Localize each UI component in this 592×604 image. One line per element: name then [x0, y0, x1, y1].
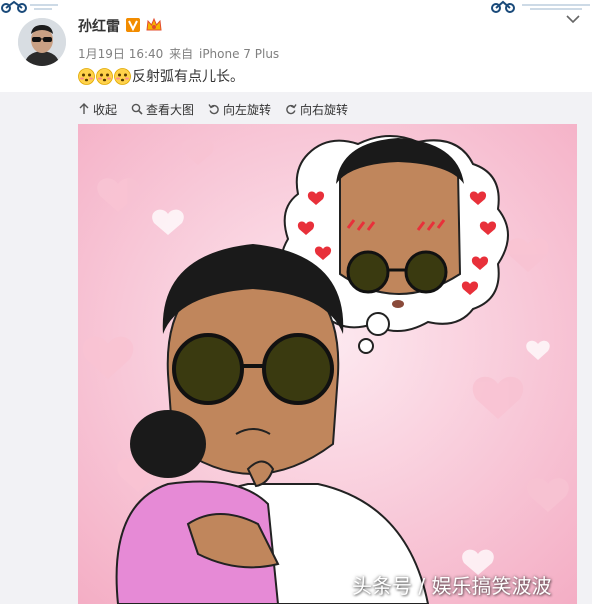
rotate-right-label: 向右旋转: [300, 102, 349, 117]
magnifier-icon: [131, 103, 143, 115]
source-prefix: 来自: [169, 47, 194, 61]
embarrassed-emoji-icon: [96, 67, 113, 85]
view-large-button[interactable]: 查看大图: [131, 101, 194, 118]
avatar-image: [18, 18, 66, 66]
rotate-right-icon: [286, 104, 297, 115]
post-header: 孙红雷 1月19日 16:40 来自 iPhone 7 Plus 反射弧有点儿长…: [0, 0, 592, 92]
rotate-left-button[interactable]: 向左旋转: [208, 101, 271, 118]
post-device[interactable]: iPhone 7 Plus: [199, 47, 279, 61]
collapse-label: 收起: [93, 102, 118, 117]
post-text: 反射弧有点儿长。: [78, 66, 244, 86]
verified-v-icon[interactable]: [126, 18, 140, 32]
author-name[interactable]: 孙红雷: [78, 16, 120, 36]
arrow-up-icon: [79, 103, 89, 114]
image-toolbar: 收起 查看大图 向左旋转 向右旋转: [78, 100, 362, 118]
embarrassed-emoji-icon: [78, 67, 95, 85]
avatar[interactable]: [18, 18, 66, 66]
embarrassed-emoji-icon: [114, 67, 131, 85]
post-meta: 1月19日 16:40 来自 iPhone 7 Plus: [78, 45, 281, 62]
cartoon-father-holding-baby-image: [78, 124, 577, 604]
post-image[interactable]: 头条号 / 娱乐搞笑波波: [78, 124, 577, 604]
post-date[interactable]: 1月19日 16:40: [78, 47, 163, 61]
chevron-down-icon[interactable]: [566, 14, 580, 24]
post-body-text: 反射弧有点儿长。: [132, 69, 244, 85]
rotate-right-button[interactable]: 向右旋转: [285, 101, 348, 118]
view-large-label: 查看大图: [146, 102, 195, 117]
collapse-button[interactable]: 收起: [78, 101, 117, 118]
rotate-left-label: 向左旋转: [223, 102, 272, 117]
vip-crown-icon[interactable]: [146, 17, 162, 33]
rotate-left-icon: [208, 104, 219, 115]
image-watermark: 头条号 / 娱乐搞笑波波: [352, 574, 552, 598]
